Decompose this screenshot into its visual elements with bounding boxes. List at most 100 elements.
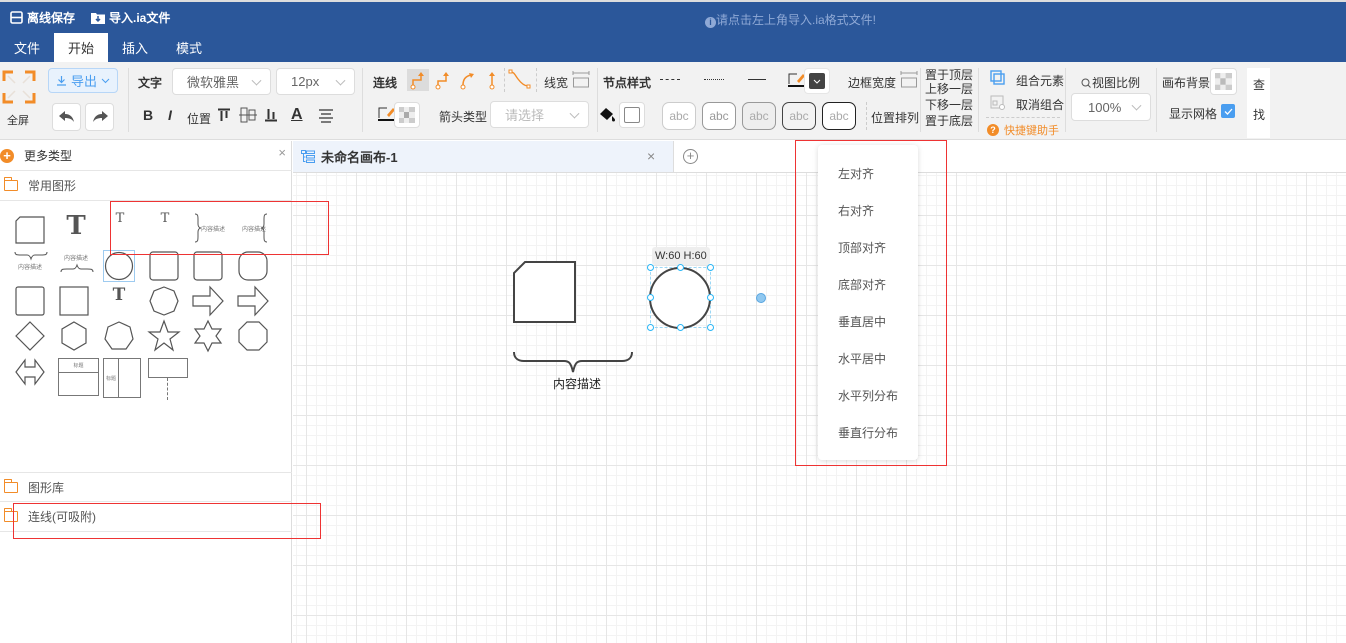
- node-style-preset-4[interactable]: abc: [782, 102, 816, 130]
- tab-insert[interactable]: 插入: [108, 33, 162, 64]
- shape-bottom-brace[interactable]: 内容描述: [12, 251, 52, 273]
- save-offline-button[interactable]: 离线保存: [10, 9, 75, 26]
- tab-mode[interactable]: 模式: [162, 33, 216, 64]
- show-grid-checkbox[interactable]: [1221, 104, 1235, 118]
- fullscreen-button[interactable]: 全屏: [2, 70, 36, 127]
- canvas-tab[interactable]: 未命名画布-1 ×: [293, 141, 674, 172]
- arrange-button[interactable]: 位置排列: [871, 109, 919, 126]
- common-shapes-folder[interactable]: 常用图形: [0, 171, 292, 201]
- menu-item-align-bottom[interactable]: 底部对齐: [838, 276, 886, 293]
- shape-library-folder[interactable]: 图形库: [0, 472, 292, 502]
- font-color-button[interactable]: A: [291, 106, 303, 124]
- canvas-brace-caption[interactable]: 内容描述: [553, 375, 601, 392]
- shape-five-point-star[interactable]: [146, 318, 182, 354]
- node-style-preset-5[interactable]: abc: [822, 102, 856, 130]
- straight-connector-icon[interactable]: [481, 69, 503, 91]
- group-button[interactable]: 组合元素: [1016, 72, 1064, 89]
- connectors-folder[interactable]: 连线(可吸附): [0, 502, 292, 532]
- redo-button[interactable]: [85, 103, 114, 131]
- node-style-preset-3[interactable]: abc: [742, 102, 776, 130]
- shape-right-arrow[interactable]: [190, 283, 226, 319]
- resize-handle-se[interactable]: [707, 324, 714, 331]
- shape-rounded-square-large-radius[interactable]: [235, 248, 271, 284]
- bezier-connector-icon[interactable]: [508, 69, 532, 91]
- canvas-circle[interactable]: [648, 266, 712, 330]
- resize-handle-sw[interactable]: [647, 324, 654, 331]
- zoom-select[interactable]: 100%: [1071, 93, 1151, 121]
- fill-bucket-icon[interactable]: [599, 106, 617, 122]
- shape-right-brace[interactable]: 内容描述: [192, 213, 232, 249]
- canvas-cut-corner-square[interactable]: [512, 260, 576, 324]
- elbow-rounded-connector-icon[interactable]: [432, 69, 454, 91]
- connector-elbow-button[interactable]: [407, 69, 429, 91]
- send-to-back-button[interactable]: 置于底层: [925, 114, 973, 128]
- find-button[interactable]: 查 找: [1247, 68, 1270, 138]
- border-color-dropdown[interactable]: [804, 68, 830, 94]
- menu-item-distribute-vertical[interactable]: 垂直行分布: [838, 424, 898, 441]
- menu-item-align-top[interactable]: 顶部对齐: [838, 239, 886, 256]
- shape-text-small-2[interactable]: T: [147, 211, 183, 247]
- curved-connector-icon[interactable]: [457, 69, 479, 91]
- shape-square-2[interactable]: [56, 283, 92, 319]
- menu-item-horizontal-center[interactable]: 水平居中: [838, 350, 886, 367]
- shortcut-helper-button[interactable]: ? 快捷键助手: [987, 122, 1059, 138]
- shape-top-brace[interactable]: 内容描述: [58, 253, 98, 277]
- border-width-icon[interactable]: [900, 71, 918, 89]
- text-align-icon[interactable]: [318, 109, 334, 123]
- shape-diamond[interactable]: [12, 318, 48, 354]
- shape-lifeline[interactable]: [148, 358, 188, 400]
- border-dashed-option[interactable]: [660, 79, 680, 80]
- canvas-background-button[interactable]: [1210, 68, 1237, 95]
- shape-rounded-square-2[interactable]: [190, 248, 226, 284]
- shape-rounded-square[interactable]: [146, 248, 182, 284]
- shape-text[interactable]: T: [101, 285, 137, 321]
- shape-hexagon[interactable]: [56, 318, 92, 354]
- menu-item-align-left[interactable]: 左对齐: [838, 165, 874, 182]
- shape-heptagon[interactable]: [101, 318, 137, 354]
- close-tab-icon[interactable]: ×: [647, 148, 655, 164]
- line-pattern-button[interactable]: [394, 102, 420, 128]
- resize-handle-n[interactable]: [677, 264, 684, 271]
- import-ia-button[interactable]: 导入.ia文件: [91, 9, 170, 26]
- shape-octagon-rotated[interactable]: [146, 283, 182, 319]
- align-middle-icon[interactable]: [239, 107, 257, 123]
- close-icon[interactable]: ×: [278, 145, 286, 160]
- border-dotted-option[interactable]: [704, 79, 724, 80]
- shape-double-arrow[interactable]: [12, 354, 48, 390]
- canvas-bottom-brace[interactable]: [512, 350, 636, 374]
- shape-text-large[interactable]: T: [58, 211, 94, 247]
- add-canvas-button[interactable]: +: [683, 149, 698, 164]
- bring-forward-button[interactable]: 上移一层: [925, 82, 973, 96]
- font-size-select[interactable]: 12px: [276, 68, 355, 95]
- shape-right-arrow-2[interactable]: [235, 283, 271, 319]
- shape-cut-corner-square[interactable]: [12, 213, 48, 249]
- connection-anchor-point[interactable]: [756, 293, 766, 303]
- border-solid-option[interactable]: [748, 79, 766, 80]
- fill-color-button[interactable]: [619, 102, 645, 128]
- export-button[interactable]: 导出: [48, 68, 118, 93]
- font-family-select[interactable]: 微软雅黑: [172, 68, 271, 95]
- shape-left-brace[interactable]: 内容描述: [236, 213, 276, 249]
- tab-file[interactable]: 文件: [0, 33, 54, 64]
- ungroup-button[interactable]: 取消组合: [1016, 96, 1064, 113]
- resize-handle-e[interactable]: [707, 294, 714, 301]
- arrow-type-select[interactable]: 请选择: [490, 101, 589, 128]
- shape-circle[interactable]: [101, 248, 137, 284]
- resize-handle-s[interactable]: [677, 324, 684, 331]
- send-backward-button[interactable]: 下移一层: [925, 98, 973, 112]
- resize-handle-nw[interactable]: [647, 264, 654, 271]
- shape-text-small[interactable]: T: [102, 211, 138, 247]
- line-width-icon[interactable]: [572, 71, 590, 89]
- shape-vertical-swimlane[interactable]: 标题: [103, 358, 141, 398]
- menu-item-vertical-center[interactable]: 垂直居中: [838, 313, 886, 330]
- align-bottom-icon[interactable]: [264, 108, 278, 122]
- menu-item-align-right[interactable]: 右对齐: [838, 202, 874, 219]
- tab-start[interactable]: 开始: [54, 33, 109, 64]
- menu-item-distribute-horizontal[interactable]: 水平列分布: [838, 387, 898, 404]
- align-top-icon[interactable]: [217, 108, 231, 122]
- more-types-header[interactable]: + 更多类型 ×: [0, 141, 292, 171]
- shape-horizontal-swimlane[interactable]: 标题: [58, 358, 99, 396]
- resize-handle-ne[interactable]: [707, 264, 714, 271]
- shape-square[interactable]: [12, 283, 48, 319]
- node-style-preset-2[interactable]: abc: [702, 102, 736, 130]
